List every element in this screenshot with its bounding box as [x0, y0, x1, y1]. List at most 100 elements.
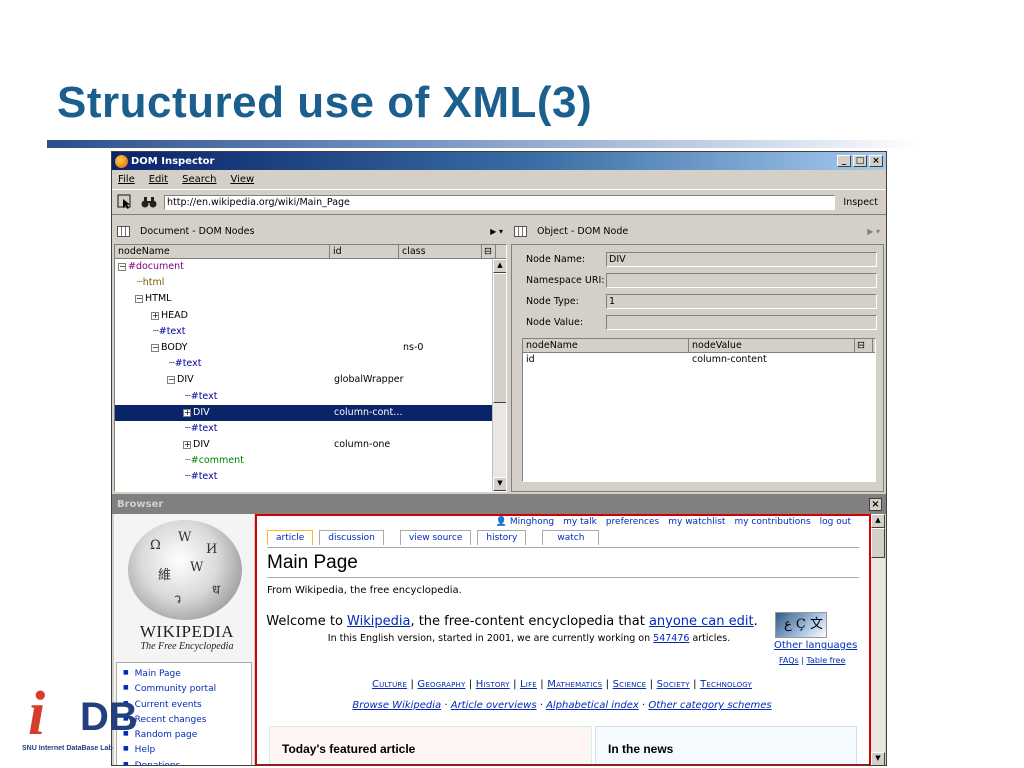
node-type-field[interactable]: 1 [606, 294, 877, 309]
other-languages-link[interactable]: Other languages [774, 640, 857, 651]
table-free-link[interactable]: Table free [806, 656, 845, 665]
node-name: HTML [145, 293, 172, 305]
tree-row[interactable]: − HTML [115, 291, 506, 307]
node-name: #text [158, 325, 186, 337]
user-link-log-out[interactable]: log out [820, 517, 851, 527]
user-link-my-talk[interactable]: my talk [563, 517, 597, 527]
tree-scrollbar[interactable]: ▲ ▼ [492, 259, 506, 491]
topic-life[interactable]: Life [520, 679, 537, 690]
tab-article[interactable]: article [267, 530, 314, 545]
column-class[interactable]: class [399, 245, 482, 258]
column-picker-icon[interactable]: ⊟ [855, 339, 873, 352]
node-name: #text [174, 358, 202, 370]
attr-column-nodename[interactable]: nodeName [523, 339, 689, 352]
firefox-icon [115, 154, 128, 168]
tree-row[interactable]: ┄#text [115, 356, 506, 372]
window-titlebar: DOM Inspector _ □ × [112, 152, 886, 170]
column-picker-icon[interactable]: ⊟ [482, 245, 496, 258]
nav-donations[interactable]: Donations [117, 757, 251, 765]
user-link-my-watchlist[interactable]: my watchlist [668, 517, 725, 527]
view-selector-icon[interactable] [514, 225, 527, 237]
browser-close-icon[interactable]: × [869, 497, 882, 511]
node-name: html [142, 277, 165, 289]
select-element-icon[interactable] [116, 193, 134, 211]
close-button[interactable]: × [869, 155, 883, 167]
node-name-field[interactable]: DIV [606, 252, 877, 267]
tree-row[interactable]: ┄#text [115, 389, 506, 405]
user-link-my-contributions[interactable]: my contributions [734, 517, 810, 527]
node-name: #document [128, 261, 184, 272]
attr-column-nodevalue[interactable]: nodeValue [689, 339, 855, 352]
menu-search[interactable]: Search [182, 174, 216, 185]
other-category-schemes-link[interactable]: Other category schemes [648, 700, 771, 711]
topic-science[interactable]: Science [613, 679, 647, 690]
tree-row[interactable]: ┄#text [115, 324, 506, 340]
wikipedia-link[interactable]: Wikipedia [347, 614, 410, 629]
tree-row[interactable]: ┄#text [115, 469, 506, 485]
topic-mathematics[interactable]: Mathematics [547, 679, 602, 690]
menu-file[interactable]: File [118, 174, 135, 185]
anyone-can-edit-link[interactable]: anyone can edit [649, 614, 754, 629]
node-name: DIV [193, 406, 210, 418]
topic-geography[interactable]: Geography [417, 679, 465, 690]
scroll-thumb[interactable] [871, 528, 885, 558]
scroll-up-icon[interactable]: ▲ [493, 259, 506, 273]
node-id: column-cont… [334, 406, 403, 418]
node-name: #text [190, 390, 218, 402]
inspect-button[interactable]: Inspect [843, 197, 882, 208]
nav-help[interactable]: Help [117, 741, 251, 756]
topic-society[interactable]: Society [657, 679, 690, 690]
column-nodename[interactable]: nodeName [115, 245, 330, 258]
namespace-field[interactable] [606, 273, 877, 288]
tab-view-source[interactable]: view source [399, 530, 472, 545]
column-id[interactable]: id [330, 245, 399, 258]
node-name: #text [190, 422, 218, 434]
pane-menu-icon[interactable]: ▶ ▾ [490, 227, 503, 236]
wikipedia-globe-logo[interactable]: Ω W И 維 W ว ध [128, 520, 242, 620]
minimize-button[interactable]: _ [837, 155, 851, 167]
user-link-minghong[interactable]: Minghong [510, 517, 554, 527]
scroll-down-icon[interactable]: ▼ [871, 752, 885, 765]
welcome-line: Welcome to Wikipedia, the free-content e… [257, 614, 767, 629]
scroll-up-icon[interactable]: ▲ [871, 514, 885, 528]
binoculars-icon[interactable] [140, 193, 158, 211]
scroll-thumb[interactable] [493, 273, 506, 403]
menu-view[interactable]: View [230, 174, 254, 185]
table-row[interactable]: id column-content [523, 353, 875, 367]
url-input[interactable]: http://en.wikipedia.org/wiki/Main_Page [164, 194, 836, 210]
pane-menu-icon[interactable]: ▶ ▾ [867, 227, 880, 236]
topic-history[interactable]: History [476, 679, 510, 690]
tree-row[interactable]: ┄#text [115, 421, 506, 437]
faqs-link[interactable]: FAQs [779, 656, 799, 665]
tree-row[interactable]: − DIV globalWrapper [115, 372, 506, 388]
nav-community-portal[interactable]: Community portal [117, 680, 251, 695]
menu-edit[interactable]: Edit [149, 174, 168, 185]
tab-watch[interactable]: watch [542, 530, 600, 545]
nav-main-page[interactable]: Main Page [117, 665, 251, 680]
tree-row[interactable]: − #document [115, 259, 506, 275]
topic-culture[interactable]: Culture [372, 679, 407, 690]
tree-row[interactable]: ┄#comment [115, 453, 506, 469]
alphabetical-index-link[interactable]: Alphabetical index [546, 700, 639, 711]
article-overviews-link[interactable]: Article overviews [451, 700, 537, 711]
tree-row[interactable]: ┄html [115, 275, 506, 291]
node-id: globalWrapper [334, 374, 404, 386]
scroll-down-icon[interactable]: ▼ [493, 477, 506, 491]
tree-row[interactable]: + HEAD [115, 308, 506, 324]
tab-discussion[interactable]: discussion [319, 530, 384, 545]
tab-history[interactable]: history [477, 530, 527, 545]
tree-row[interactable]: − BODY ns-0 [115, 340, 506, 356]
page-title: Main Page [267, 552, 358, 573]
languages-icon[interactable]: ﻉ Ç 文 [775, 612, 827, 638]
user-link-preferences[interactable]: preferences [606, 517, 659, 527]
browse-wikipedia-link[interactable]: Browse Wikipedia [352, 700, 441, 711]
view-selector-icon[interactable] [117, 225, 130, 237]
maximize-button[interactable]: □ [853, 155, 867, 167]
node-value-field[interactable] [606, 315, 877, 330]
topic-technology[interactable]: Technology [700, 679, 752, 690]
tree-row-selected[interactable]: + DIV column-cont… [115, 404, 506, 421]
browser-scrollbar[interactable]: ▲ ▼ [871, 514, 885, 765]
browser-header: Browser [117, 498, 164, 510]
tree-row[interactable]: + DIV column-one [115, 437, 506, 453]
article-count-link[interactable]: 547476 [653, 633, 689, 644]
